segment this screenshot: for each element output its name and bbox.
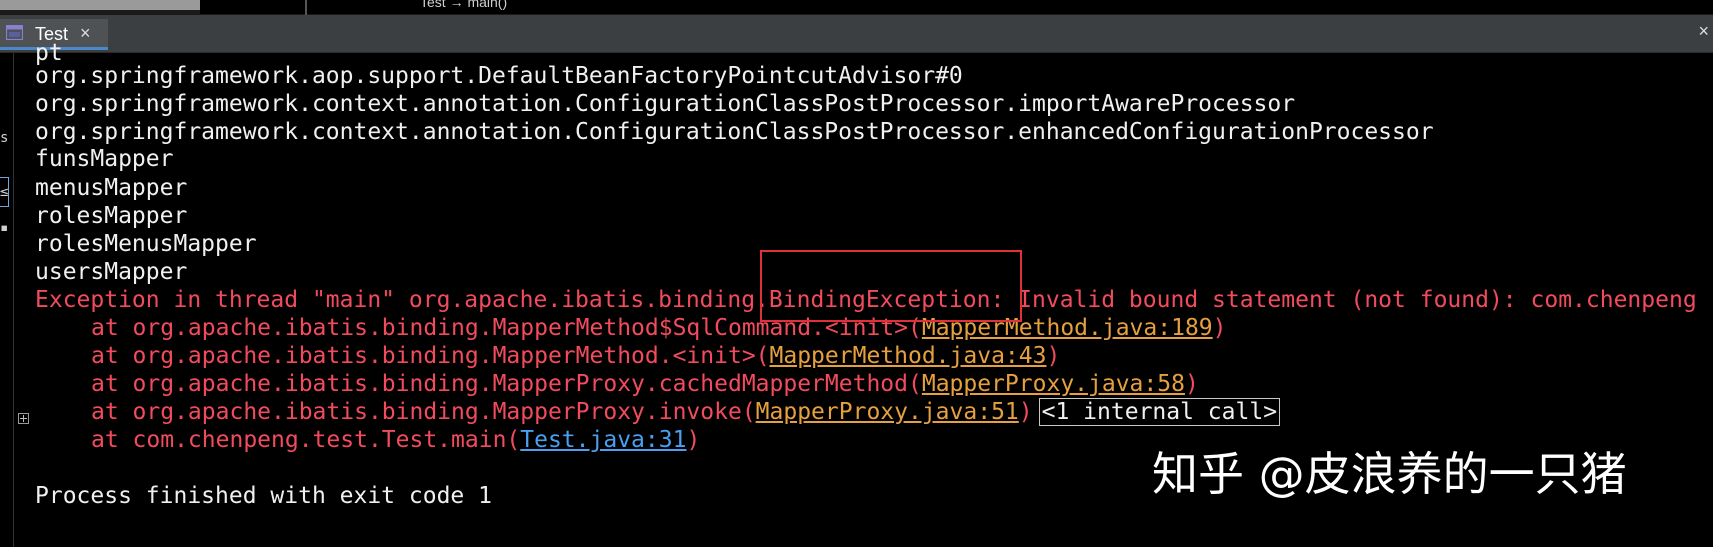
console-line: org.springframework.aop.support.DefaultB…: [35, 63, 963, 89]
source-link[interactable]: Test.java:31: [520, 427, 686, 453]
source-link[interactable]: MapperProxy.java:58: [922, 371, 1185, 397]
run-console-icon: [6, 25, 23, 40]
stack-frame-text: ): [1212, 315, 1227, 341]
console-line: rolesMenusMapper: [35, 231, 257, 257]
console-line: funsMapper: [35, 146, 174, 172]
watermark: 知乎 @皮浪养的一只猪: [1152, 447, 1627, 501]
expand-plus-icon[interactable]: [18, 413, 29, 424]
stack-frame-text: ): [686, 427, 701, 453]
folded-frames-button[interactable]: <1 internal call>: [1038, 398, 1281, 426]
console-line: org.springframework.context.annotation.C…: [35, 91, 1296, 117]
console-line: menusMapper: [35, 175, 188, 201]
stack-frame-text: ): [1018, 399, 1033, 425]
stack-frame: at org.apache.ibatis.binding.MapperMetho…: [91, 342, 1060, 370]
stack-frame: at com.chenpeng.test.Test.main(Test.java…: [91, 426, 700, 454]
source-link[interactable]: MapperProxy.java:51: [756, 399, 1019, 425]
console-line: org.springframework.context.annotation.C…: [35, 119, 1434, 145]
stack-frame-text: at org.apache.ibatis.binding.MapperMetho…: [91, 343, 770, 369]
tab-close-icon[interactable]: ×: [80, 23, 91, 44]
stack-frame-text: at org.apache.ibatis.binding.MapperProxy…: [91, 371, 922, 397]
close-panel-icon[interactable]: ×: [1698, 21, 1709, 42]
top-toolbar: Test → main(): [0, 0, 1713, 15]
toolbar-segment: [0, 0, 200, 10]
toolbar-segment: [307, 0, 1713, 14]
run-tool-window-tabbar: Test × ×: [0, 15, 1713, 53]
stack-frame-text: ): [1046, 343, 1061, 369]
toolbar-segment: [200, 0, 305, 14]
stack-frame: at org.apache.ibatis.binding.MapperProxy…: [91, 398, 1281, 426]
console-line: usersMapper: [35, 259, 188, 285]
annotation-highlight-box: [760, 250, 1022, 322]
stack-frame: at org.apache.ibatis.binding.MapperProxy…: [91, 370, 1199, 398]
stack-frame: at org.apache.ibatis.binding.MapperMetho…: [91, 314, 1227, 342]
stack-frame-text: at org.apache.ibatis.binding.MapperProxy…: [91, 399, 756, 425]
stack-frame-text: ): [1184, 371, 1199, 397]
exit-message: Process finished with exit code 1: [35, 483, 492, 509]
stack-frame-text: at com.chenpeng.test.Test.main(: [91, 427, 521, 453]
console-line: rolesMapper: [35, 203, 188, 229]
breadcrumb[interactable]: Test → main(): [420, 0, 507, 10]
source-link[interactable]: MapperMethod.java:43: [770, 343, 1047, 369]
